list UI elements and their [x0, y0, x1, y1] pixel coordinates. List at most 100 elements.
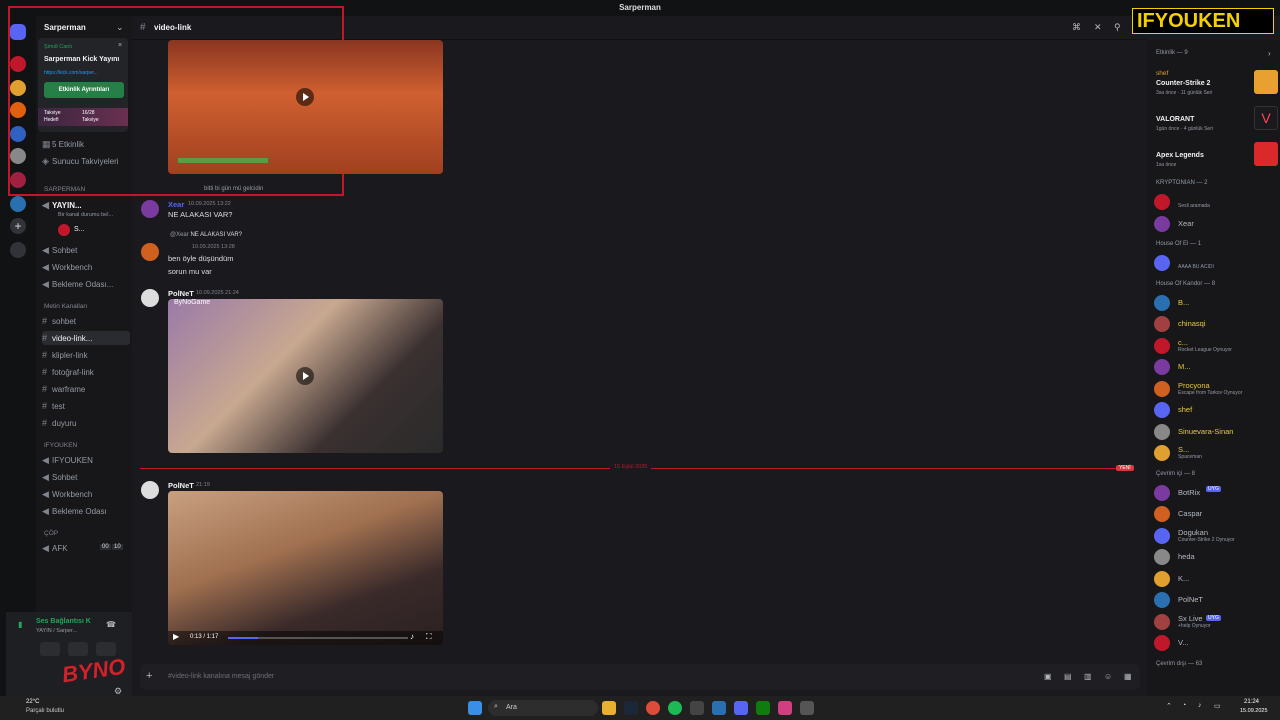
activity-button[interactable] [96, 642, 116, 656]
avatar[interactable] [141, 289, 159, 307]
tray-chevron-icon[interactable]: ⌃ [1166, 702, 1172, 710]
video-player[interactable]: ByNoGame [168, 299, 443, 453]
spotify-icon[interactable] [668, 701, 682, 715]
threads-icon[interactable]: ⌘ [1072, 22, 1081, 33]
network-icon[interactable]: ◔ [1182, 702, 1186, 709]
text-channel-klipler-link[interactable]: # klipler-link [42, 348, 130, 362]
screen-share-button[interactable] [68, 642, 88, 656]
text-channel-test[interactable]: # test [42, 399, 130, 413]
xbox-icon[interactable] [756, 701, 770, 715]
member-item[interactable]: Xear [1154, 214, 1278, 234]
disconnect-icon[interactable]: ☎ [106, 620, 116, 629]
text-channel-fotograf-link[interactable]: # fotoğraf-link [42, 365, 130, 379]
play-icon[interactable]: ▶ [173, 632, 179, 641]
boost-progress[interactable]: Takviye Hedefi 16/28 Takviye [38, 108, 128, 126]
windows-start-icon[interactable] [468, 701, 482, 715]
clock-date[interactable]: 15.09.2025 [1240, 708, 1268, 714]
gif-icon[interactable]: ▤ [1064, 672, 1072, 681]
member-item[interactable]: heda [1154, 547, 1278, 567]
voice-user-name[interactable]: S... [74, 226, 85, 233]
live-link[interactable]: https://kick.com/sarper... [44, 70, 98, 76]
discord-icon[interactable] [734, 701, 748, 715]
message-input[interactable]: #video-link kanalına mesaj gönder [168, 673, 274, 680]
text-channel-duyuru[interactable]: # duyuru [42, 416, 130, 430]
activity-card[interactable]: Apex Legends 1sa önce [1154, 140, 1278, 170]
volume-icon[interactable]: ♪ [1198, 702, 1202, 709]
activity-card[interactable]: VALORANT 1gün önce · 4 günlük Seri V [1154, 104, 1278, 134]
member-item[interactable]: M... [1154, 357, 1278, 377]
text-channel-video-link[interactable]: # video-link... [42, 331, 130, 345]
obs-icon[interactable] [690, 701, 704, 715]
emoji-icon[interactable]: ☺ [1104, 672, 1112, 681]
add-attachment-icon[interactable]: + [146, 670, 152, 682]
apps-icon[interactable]: ▦ [1124, 672, 1132, 681]
reply-reference[interactable]: @Xear NE ALAKASI VAR? [170, 232, 242, 238]
avatar[interactable] [58, 224, 70, 236]
app-icon[interactable] [778, 701, 792, 715]
category-text-channels[interactable]: Metin Kanalları [44, 303, 87, 310]
member-item[interactable]: chinasqi [1154, 314, 1278, 334]
voice-channel-workbench[interactable]: ◀ Workbench [42, 260, 130, 274]
text-channel-warframe[interactable]: # warframe [42, 382, 130, 396]
voice-channel-bekleme[interactable]: ◀ Bekleme Odası... [42, 277, 130, 291]
clock-time[interactable]: 21:24 [1244, 699, 1259, 705]
member-item[interactable]: c... Rocket League Oynuyor [1154, 336, 1278, 356]
fullscreen-icon[interactable]: ⛶ [426, 632, 432, 642]
sticker-icon[interactable]: ▥ [1084, 672, 1092, 681]
voice-channel-bekleme-2[interactable]: ◀ Bekleme Odası [42, 504, 130, 518]
member-item[interactable]: BotRix UYG [1154, 483, 1278, 503]
text-channel-sohbet[interactable]: # sohbet [42, 314, 130, 328]
steam-icon[interactable] [624, 701, 638, 715]
add-server-icon[interactable]: + [10, 218, 26, 234]
close-icon[interactable]: × [118, 42, 122, 49]
category-cop[interactable]: ÇÖP [44, 530, 58, 537]
message-author[interactable]: PolNeT [168, 289, 194, 298]
avatar[interactable] [141, 200, 159, 218]
video-player[interactable] [168, 40, 443, 174]
activity-card[interactable]: shef Counter-Strike 2 3sa önce · 11 günl… [1154, 68, 1278, 98]
event-details-button[interactable]: Etkinlik Ayrıntıları [44, 82, 124, 98]
live-voice-channel[interactable]: ◀ YAYIN... [42, 198, 130, 212]
video-player[interactable]: ▶ 0:13 / 1:17 ♪ ⛶ [168, 491, 443, 645]
server-icon[interactable] [10, 196, 26, 212]
pin-icon[interactable]: ⚲ [1114, 22, 1121, 33]
chrome-icon[interactable] [646, 701, 660, 715]
member-item[interactable]: Caspar [1154, 504, 1278, 524]
weather-temp[interactable]: 22°C [26, 699, 39, 705]
avatar[interactable] [141, 481, 159, 499]
voice-channel-workbench-2[interactable]: ◀ Workbench [42, 487, 130, 501]
member-item[interactable]: Sinuevara-Sinan [1154, 422, 1278, 442]
member-item[interactable]: K... [1154, 569, 1278, 589]
message-author[interactable]: Xear [168, 200, 184, 209]
voice-channel-sohbet[interactable]: ◀ Sohbet [42, 243, 130, 257]
camera-button[interactable] [40, 642, 60, 656]
message-author[interactable]: PolNeT [168, 481, 194, 490]
play-icon[interactable] [296, 88, 314, 106]
member-item[interactable]: Dogukan Counter-Strike 2 Oynuyor [1154, 526, 1278, 546]
volume-icon[interactable]: ♪ [410, 632, 414, 641]
voice-channel-ifyouken[interactable]: ◀ IFYOUKEN [42, 453, 130, 467]
member-item[interactable]: Sesli aramada [1154, 192, 1278, 212]
member-item[interactable]: Procyona Escape from Tarkov Oynuyor [1154, 379, 1278, 399]
notification-icon[interactable]: ✕ [1094, 22, 1102, 33]
member-item[interactable]: PolNeT [1154, 590, 1278, 610]
voice-channel-sohbet-2[interactable]: ◀ Sohbet [42, 470, 130, 484]
category-ifyouken[interactable]: IFYOUKEN [44, 442, 77, 449]
taskbar-search[interactable]: ⌕ Ara [488, 700, 598, 716]
gift-icon[interactable]: ▣ [1044, 672, 1052, 681]
settings-icon[interactable] [800, 701, 814, 715]
member-item[interactable]: V... [1154, 633, 1278, 653]
app-icon[interactable] [712, 701, 726, 715]
avatar[interactable] [141, 243, 159, 261]
member-item[interactable]: shef [1154, 400, 1278, 420]
weather-text[interactable]: Parçalı bulutlu [26, 708, 64, 714]
file-explorer-icon[interactable] [602, 701, 616, 715]
member-item[interactable]: Sx Live UYG +help Oynuyor [1154, 612, 1278, 632]
explore-icon[interactable] [10, 242, 26, 258]
play-icon[interactable] [296, 367, 314, 385]
member-item[interactable]: S... Spaceman [1154, 443, 1278, 463]
member-item[interactable]: B... [1154, 293, 1278, 313]
battery-icon[interactable]: ▭ [1214, 702, 1221, 710]
chevron-right-icon[interactable]: › [1268, 49, 1271, 58]
member-item[interactable]: AAAA BU ACIDI [1154, 253, 1278, 273]
